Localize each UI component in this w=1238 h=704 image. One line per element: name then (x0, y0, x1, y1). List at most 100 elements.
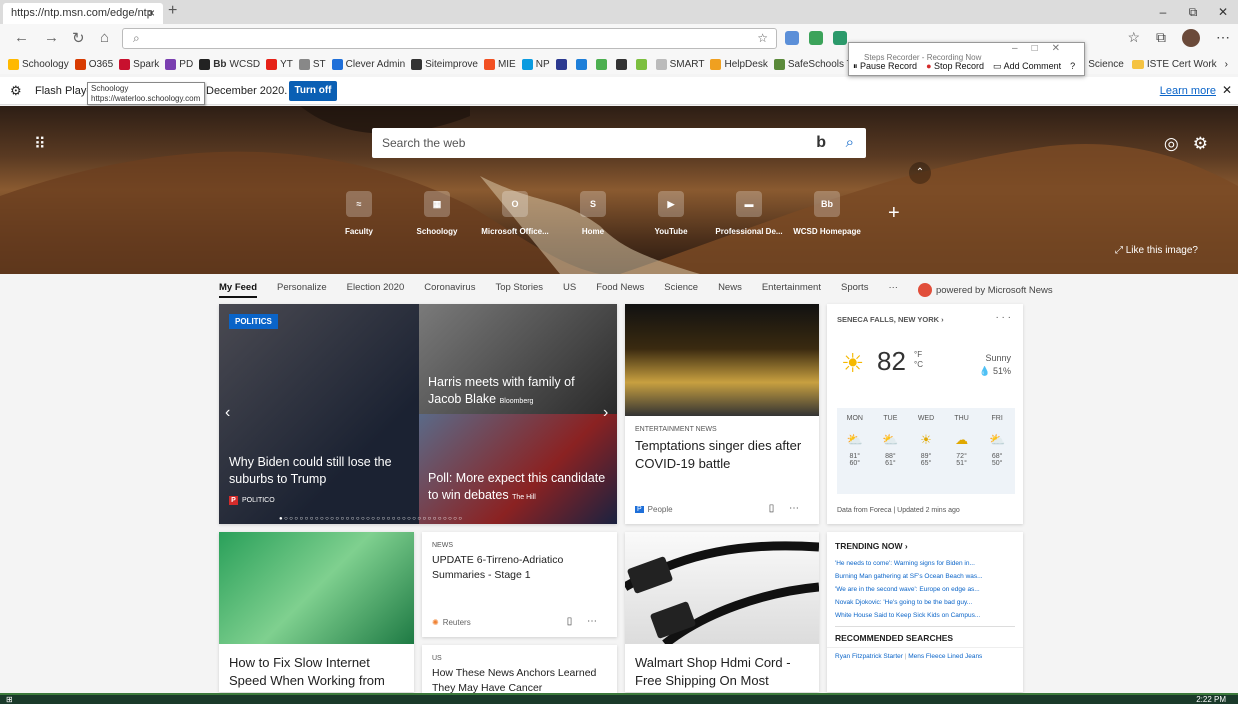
favorite-star-icon[interactable]: ☆ (757, 29, 768, 48)
favorites-bar-icon[interactable]: ☆ (1127, 29, 1140, 47)
feed-tab[interactable]: Food News (596, 282, 644, 298)
profile-avatar[interactable] (1182, 29, 1200, 47)
favorite-item[interactable]: SMART (655, 58, 704, 70)
favorite-item[interactable]: YT (266, 58, 293, 70)
close-infobar-icon[interactable]: ✕ (1222, 83, 1232, 97)
like-image-link[interactable]: ⤢ Like this image? (1115, 245, 1198, 256)
main-headline[interactable]: Why Biden could still lose the suburbs t… (229, 454, 409, 488)
back-icon[interactable]: ← (14, 29, 29, 46)
feed-tab[interactable]: Science (664, 282, 698, 298)
trending-item[interactable]: Novak Djokovic: 'He's going to be the ba… (827, 596, 1023, 609)
taskbar-clock[interactable]: 2:22 PM (1196, 695, 1226, 704)
poll-headline[interactable]: Poll: More expect this candidate to win … (428, 470, 613, 506)
turn-off-button[interactable]: Turn off (289, 81, 337, 101)
apps-grid-icon[interactable]: ⠿ (34, 134, 46, 154)
weather-card[interactable]: SENECA FALLS, NEW YORK › · · · ☀ 82 °F °C… (827, 304, 1023, 524)
anchors-card[interactable]: US How These News Anchors Learned They M… (422, 645, 617, 695)
feed-tab[interactable]: Personalize (277, 282, 327, 298)
favorite-item[interactable]: O365 (74, 58, 113, 70)
close-window-button[interactable]: ✕ (1208, 0, 1238, 24)
web-search-input[interactable]: Search the web b ⌕ (372, 128, 866, 158)
tirreno-card[interactable]: NEWS UPDATE 6-Tirreno-Adriatico Summarie… (422, 532, 617, 637)
feed-tab[interactable]: Entertainment (762, 282, 821, 298)
pause-record-button[interactable]: ⏸ Pause Record (853, 61, 917, 72)
internet-speed-card[interactable]: How to Fix Slow Internet Speed When Work… (219, 532, 414, 692)
rewards-icon[interactable]: ◎ (1164, 134, 1179, 154)
favorite-item[interactable]: NP (521, 58, 550, 70)
address-input[interactable]: ⌕ ☆ (122, 28, 777, 49)
favorite-item[interactable] (575, 58, 590, 70)
feed-tab[interactable]: Top Stories (495, 282, 543, 298)
feed-tab[interactable]: Sports (841, 282, 868, 298)
start-icon[interactable]: ⊞ (6, 695, 13, 704)
forward-icon[interactable]: → (44, 29, 59, 46)
home-icon[interactable]: ⌂ (100, 29, 109, 46)
article-headline[interactable]: How to Fix Slow Internet Speed When Work… (219, 644, 414, 692)
browser-tab[interactable]: https://ntp.msn.com/edge/ntp × (3, 3, 163, 24)
favorite-item[interactable]: Bb WCSD (199, 58, 260, 70)
quick-link[interactable]: O Microsoft Office... (476, 191, 554, 236)
favorite-folder[interactable]: ISTE Cert Work (1131, 59, 1217, 70)
quick-link[interactable]: S Home (554, 191, 632, 236)
harris-headline[interactable]: Harris meets with family of Jacob Blake … (428, 374, 608, 410)
temp-units[interactable]: °F °C (914, 350, 923, 370)
favorite-item[interactable]: Spark (119, 58, 159, 70)
minimize-button[interactable]: – (1148, 0, 1178, 24)
ad-headline[interactable]: Walmart Shop Hdmi Cord - Free Shipping O… (625, 644, 819, 692)
quick-link[interactable]: ▬ Professional De... (710, 191, 788, 236)
favorite-item[interactable] (595, 58, 610, 70)
article-headline[interactable]: UPDATE 6-Tirreno-Adriatico Summaries - S… (422, 549, 617, 587)
add-comment-button[interactable]: ▭ Add Comment (993, 61, 1061, 72)
forecast-day[interactable]: WED ☀ 89° 65° (908, 408, 944, 494)
settings-gear-icon[interactable]: ⚙ (1193, 134, 1208, 154)
favorite-item[interactable]: Schoology (8, 58, 69, 70)
carousel-dots[interactable]: ●○○○○○○○○○○○○○○○○○○○○○○○○○○○○○○○○○○○ (279, 516, 463, 522)
article-headline[interactable]: How These News Anchors Learned They May … (422, 662, 617, 695)
trending-item[interactable]: 'He needs to come': Warning signs for Bi… (827, 557, 1023, 570)
trending-item[interactable]: Burning Man gathering at SF's Ocean Beac… (827, 570, 1023, 583)
feed-tab[interactable]: My Feed (219, 282, 258, 298)
forecast-day[interactable]: TUE ⛅ 88° 61° (873, 408, 909, 494)
weather-more-icon[interactable]: · · · (995, 312, 1011, 323)
chevron-right-icon[interactable]: › (1225, 59, 1228, 70)
favorite-item[interactable] (555, 58, 570, 70)
new-tab-button[interactable]: + (168, 2, 177, 20)
close-tab-icon[interactable]: × (148, 3, 155, 24)
collapse-chevron-icon[interactable]: ⌃ (909, 162, 931, 184)
recommended-search[interactable]: Mens Fleece Lined Jeans (908, 653, 982, 660)
headline-carousel[interactable]: POLITICS ‹ › Why Biden could still lose … (219, 304, 617, 524)
favorite-item[interactable]: ST (298, 58, 326, 70)
forecast-day[interactable]: FRI ⛅ 68° 50° (979, 408, 1015, 494)
favorite-item[interactable]: Siteimprove (411, 58, 478, 70)
favorite-item[interactable]: Clever Admin (331, 58, 405, 70)
help-button[interactable]: ? (1070, 61, 1075, 72)
article-headline[interactable]: Temptations singer dies after COVID-19 b… (625, 433, 819, 477)
trending-item[interactable]: 'We are in the second wave': Europe on e… (827, 583, 1023, 596)
steps-recorder-window-controls[interactable]: –□✕ (1012, 43, 1074, 54)
forecast-day[interactable]: THU ☁ 72° 51° (944, 408, 980, 494)
feed-tab[interactable]: ··· (888, 282, 898, 298)
article-actions[interactable]: ▯ ⋯ (769, 503, 805, 514)
bing-icon[interactable]: b (816, 128, 826, 158)
weather-location[interactable]: SENECA FALLS, NEW YORK › (837, 315, 944, 324)
temptations-card[interactable]: ENTERTAINMENT NEWS Temptations singer di… (625, 304, 819, 524)
collections-icon[interactable]: ⧉ (1156, 29, 1166, 47)
notification-bell-icon[interactable] (917, 283, 932, 297)
feed-tab[interactable]: Coronavirus (424, 282, 475, 298)
favorite-item[interactable] (615, 58, 630, 70)
feed-tab[interactable]: US (563, 282, 576, 298)
quick-link[interactable]: ≈ Faculty (320, 191, 398, 236)
quick-link[interactable]: ▶ YouTube (632, 191, 710, 236)
quick-link[interactable]: ▦ Schoology (398, 191, 476, 236)
favorite-item[interactable]: Science (1088, 59, 1124, 70)
favorite-item[interactable]: PD (165, 58, 193, 70)
hdmi-ad-card[interactable]: Walmart Shop Hdmi Cord - Free Shipping O… (625, 532, 819, 692)
favorite-item[interactable]: MIE (483, 58, 516, 70)
feed-tab[interactable]: Election 2020 (347, 282, 405, 298)
extension-icon[interactable] (785, 31, 799, 45)
restore-button[interactable]: ⧉ (1178, 0, 1208, 24)
add-quick-link-icon[interactable]: + (888, 202, 900, 225)
quick-link[interactable]: Bb WCSD Homepage (788, 191, 866, 236)
forecast-day[interactable]: MON ⛅ 81° 60° (837, 408, 873, 494)
extension-icon[interactable] (833, 31, 847, 45)
